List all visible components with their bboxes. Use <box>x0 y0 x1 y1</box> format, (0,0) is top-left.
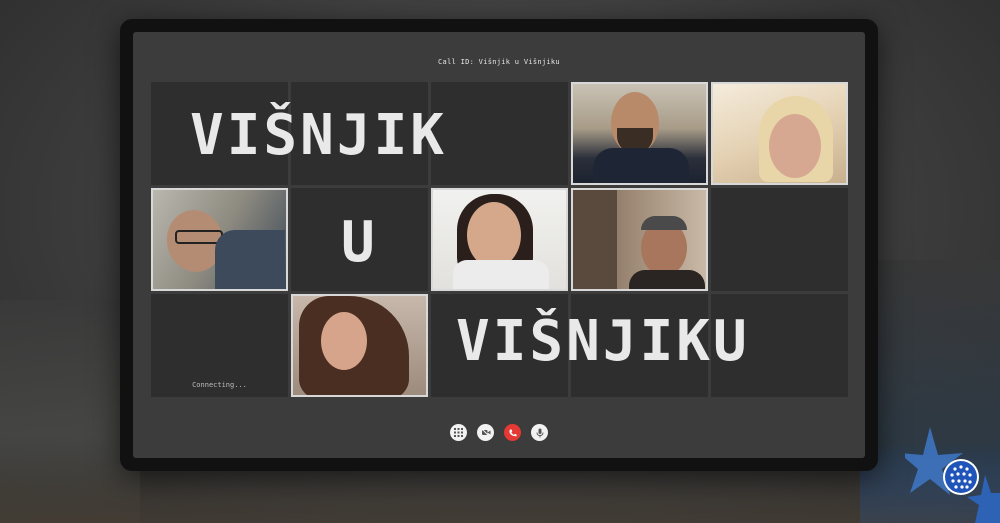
participant-video-man-glasses[interactable] <box>151 188 288 291</box>
video-toggle-button[interactable] <box>477 424 494 441</box>
participant-video-man-bearded[interactable] <box>571 82 708 185</box>
overlay-text-line2: U <box>341 210 378 275</box>
connecting-label: Connecting... <box>192 381 247 389</box>
call-id-label: Call ID: Višnjik u Višnjiku <box>438 58 560 66</box>
participant-video-woman-headphones[interactable] <box>431 188 568 291</box>
star-logo-icon <box>905 427 1000 523</box>
participant-video-woman-long-hair[interactable] <box>291 294 428 397</box>
video-call-screen: Call ID: Višnjik u Višnjiku Connecting..… <box>133 32 865 458</box>
tablet-frame: Call ID: Višnjik u Višnjiku Connecting..… <box>120 19 878 471</box>
participant-video-man-older[interactable] <box>571 188 708 291</box>
hang-up-button[interactable] <box>504 424 521 441</box>
overlay-text-line3: VIŠNJIKU <box>456 309 750 374</box>
connecting-tile: Connecting... <box>151 294 288 397</box>
microphone-icon <box>536 428 543 437</box>
call-controls <box>133 424 865 441</box>
participant-video-woman-blonde[interactable] <box>711 82 848 185</box>
empty-tile <box>711 188 848 291</box>
grid-icon <box>454 428 463 437</box>
empty-tile <box>431 82 568 185</box>
overlay-text-line1: VIŠNJIK <box>190 103 448 168</box>
phone-hangup-icon <box>508 429 517 436</box>
microphone-button[interactable] <box>531 424 548 441</box>
grid-view-button[interactable] <box>450 424 467 441</box>
video-off-icon <box>481 428 490 437</box>
